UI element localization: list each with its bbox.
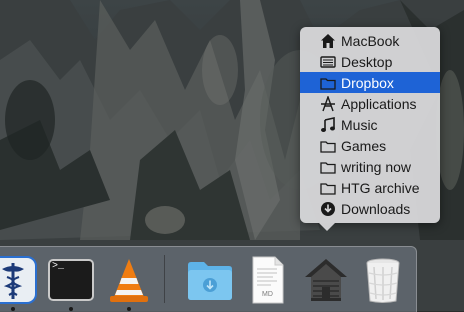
menu-item-downloads[interactable]: Downloads (300, 198, 440, 219)
menu-item-applications[interactable]: Applications (300, 93, 440, 114)
desktop-icon (320, 54, 336, 70)
music-note-icon (320, 116, 336, 133)
menu-item-writing-now[interactable]: writing now (300, 156, 440, 177)
folder-icon (320, 159, 336, 175)
menu-item-macbook[interactable]: MacBook (300, 30, 440, 51)
menu-item-htg-archive[interactable]: HTG archive (300, 177, 440, 198)
folder-icon (320, 75, 336, 91)
menu-item-label: Applications (341, 95, 417, 112)
home-stack-icon[interactable] (301, 255, 351, 305)
markdown-file-icon[interactable]: MD (243, 255, 293, 305)
menu-item-desktop[interactable]: Desktop (300, 51, 440, 72)
menu-item-label: Desktop (341, 53, 393, 70)
menu-item-music[interactable]: Music (300, 114, 440, 135)
terminal-prompt: >_ (52, 261, 65, 272)
dock-stack-menu: MacBook Desktop Dropbox Applications Mus… (300, 27, 440, 231)
menu-item-label: Downloads (341, 200, 411, 217)
menu-item-label: MacBook (341, 32, 400, 49)
applications-icon (320, 95, 336, 112)
medical-app-icon[interactable] (0, 255, 38, 305)
file-type-badge: MD (262, 291, 273, 298)
menu-item-label: Music (341, 116, 378, 133)
folder-icon (320, 138, 336, 154)
terminal-app-icon[interactable]: >_ (46, 255, 96, 305)
menu-item-label: HTG archive (341, 179, 420, 196)
running-indicator (11, 307, 15, 311)
menu-item-label: Dropbox (341, 74, 394, 91)
vlc-app-icon[interactable] (104, 255, 154, 305)
dock: >_ MD (0, 246, 417, 312)
menu-item-dropbox[interactable]: Dropbox (300, 72, 440, 93)
menu-item-games[interactable]: Games (300, 135, 440, 156)
downloads-folder-icon[interactable] (185, 255, 235, 305)
folder-icon (320, 180, 336, 196)
dock-separator (164, 255, 165, 303)
trash-icon[interactable] (358, 255, 408, 305)
menu-item-label: writing now (341, 158, 412, 175)
running-indicator (127, 307, 131, 311)
download-circle-icon (320, 201, 336, 217)
menu-item-label: Games (341, 137, 387, 154)
running-indicator (69, 307, 73, 311)
home-icon (320, 33, 336, 49)
